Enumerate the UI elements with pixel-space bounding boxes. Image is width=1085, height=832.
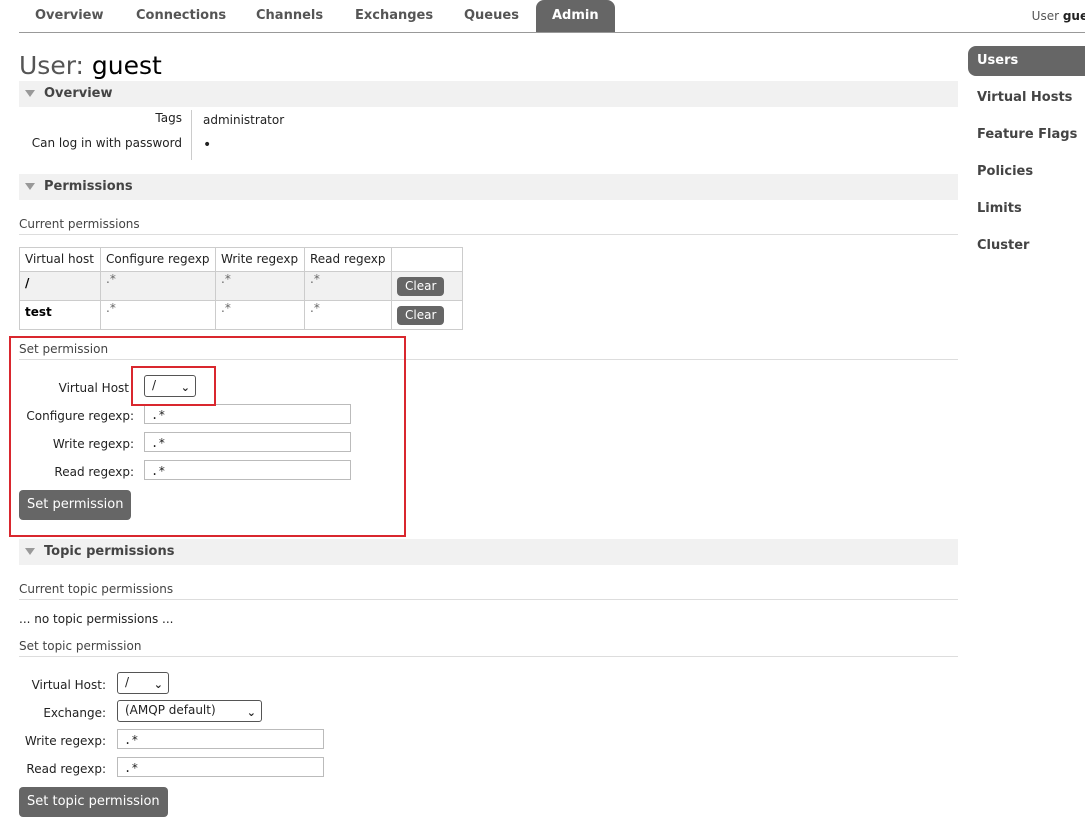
topic-read-regexp-input[interactable]: .* bbox=[117, 757, 324, 777]
table-row: / .* .* .* Clear bbox=[19, 271, 463, 301]
configure-cell: .* bbox=[100, 271, 216, 301]
topic-vhost-select[interactable]: / ⌄ bbox=[117, 672, 169, 694]
vhost-cell: / bbox=[19, 271, 101, 301]
current-user-info: User guest bbox=[1032, 0, 1085, 32]
exchange-select[interactable]: (AMQP default) ⌄ bbox=[117, 700, 262, 722]
set-topic-permission-button[interactable]: Set topic permission bbox=[19, 787, 168, 817]
overview-section-header[interactable]: Overview bbox=[19, 81, 958, 107]
page-title: User: guest bbox=[19, 51, 162, 80]
overview-heading: Overview bbox=[44, 86, 113, 101]
sidebar-item-limits[interactable]: Limits bbox=[968, 194, 1085, 224]
tab-exchanges[interactable]: Exchanges bbox=[339, 0, 449, 32]
sidebar-item-policies[interactable]: Policies bbox=[968, 157, 1085, 187]
sidebar-item-cluster[interactable]: Cluster bbox=[968, 231, 1085, 261]
tab-connections[interactable]: Connections bbox=[120, 0, 242, 32]
clear-permission-button[interactable]: Clear bbox=[397, 305, 445, 325]
chevron-down-icon: ⌄ bbox=[153, 678, 163, 691]
no-topic-permissions-text: ... no topic permissions ... bbox=[19, 612, 174, 626]
tab-channels[interactable]: Channels bbox=[240, 0, 339, 32]
configure-cell: .* bbox=[100, 300, 216, 330]
current-topic-permissions-heading: Current topic permissions bbox=[19, 582, 958, 600]
can-login-value: • bbox=[203, 137, 212, 153]
overview-divider bbox=[191, 110, 192, 160]
column-header-actions bbox=[391, 247, 463, 272]
collapse-triangle-icon bbox=[25, 182, 35, 190]
sidebar-item-virtual-hosts[interactable]: Virtual Hosts bbox=[968, 83, 1085, 113]
topic-permissions-heading: Topic permissions bbox=[44, 544, 175, 559]
sidebar-item-feature-flags[interactable]: Feature Flags bbox=[968, 120, 1085, 150]
read-cell: .* bbox=[304, 300, 392, 330]
collapse-triangle-icon bbox=[25, 89, 35, 97]
vhost-cell: test bbox=[19, 300, 101, 330]
clear-permission-button[interactable]: Clear bbox=[397, 276, 445, 296]
permissions-table: Virtual host Configure regexp Write rege… bbox=[19, 247, 463, 330]
topic-permissions-section-header[interactable]: Topic permissions bbox=[19, 539, 958, 565]
column-header: Write regexp bbox=[215, 247, 305, 272]
write-cell: .* bbox=[215, 271, 305, 301]
action-cell: Clear bbox=[391, 271, 463, 301]
topic-vhost-label: Virtual Host: bbox=[31, 678, 106, 692]
admin-sidebar: Users Virtual Hosts Feature Flags Polici… bbox=[968, 46, 1085, 268]
topic-write-regexp-label: Write regexp: bbox=[24, 734, 106, 748]
exchange-select-value: (AMQP default) bbox=[125, 703, 216, 717]
table-header-row: Virtual host Configure regexp Write rege… bbox=[19, 247, 463, 272]
tab-admin[interactable]: Admin bbox=[536, 0, 615, 32]
page-title-username: guest bbox=[91, 51, 162, 80]
tags-label: Tags bbox=[155, 111, 182, 125]
write-cell: .* bbox=[215, 300, 305, 330]
top-nav: Overview Connections Channels Exchanges … bbox=[19, 0, 1085, 33]
exchange-label: Exchange: bbox=[43, 706, 106, 720]
tab-queues[interactable]: Queues bbox=[448, 0, 535, 32]
chevron-down-icon: ⌄ bbox=[246, 706, 256, 719]
highlight-box-vhost-select bbox=[131, 366, 216, 406]
topic-vhost-select-value: / bbox=[125, 675, 130, 689]
topic-write-regexp-input[interactable]: .* bbox=[117, 729, 324, 749]
current-permissions-heading: Current permissions bbox=[19, 217, 958, 235]
column-header: Virtual host bbox=[19, 247, 101, 272]
page-title-prefix: User: bbox=[19, 51, 84, 80]
column-header: Read regexp bbox=[304, 247, 392, 272]
can-login-label: Can log in with password bbox=[31, 136, 182, 150]
tags-value: administrator bbox=[203, 113, 285, 127]
topic-read-regexp-label: Read regexp: bbox=[26, 762, 106, 776]
tab-overview[interactable]: Overview bbox=[19, 0, 120, 32]
collapse-triangle-icon bbox=[25, 547, 35, 555]
read-cell: .* bbox=[304, 271, 392, 301]
column-header: Configure regexp bbox=[100, 247, 216, 272]
permissions-heading: Permissions bbox=[44, 179, 133, 194]
user-name: guest bbox=[1062, 9, 1085, 23]
set-topic-permission-heading: Set topic permission bbox=[19, 639, 958, 657]
action-cell: Clear bbox=[391, 300, 463, 330]
sidebar-item-users[interactable]: Users bbox=[968, 46, 1085, 76]
permissions-section-header[interactable]: Permissions bbox=[19, 174, 958, 200]
user-prefix: User bbox=[1031, 9, 1060, 23]
table-row: test .* .* .* Clear bbox=[19, 300, 463, 330]
